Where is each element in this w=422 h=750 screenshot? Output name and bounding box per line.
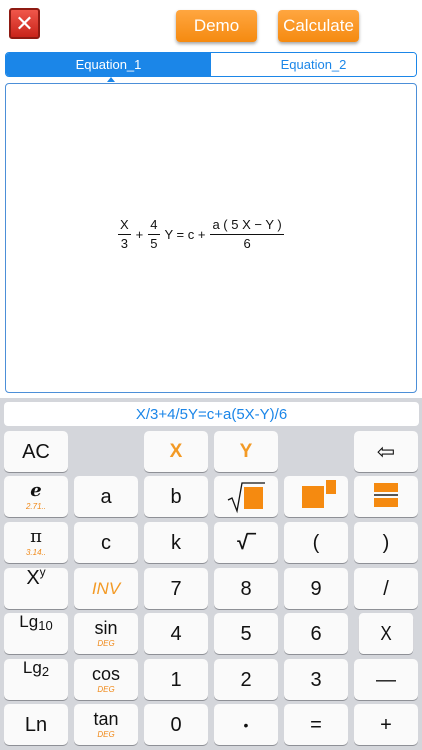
- fraction-template-key[interactable]: [354, 476, 418, 517]
- power-base: X: [26, 567, 40, 589]
- nth-root-icon: [226, 480, 266, 514]
- variable-c-key[interactable]: c: [74, 522, 138, 563]
- expression-field[interactable]: X/3+4/5Y=c+a(5X-Y)/6: [4, 402, 419, 426]
- sqrt-key[interactable]: √‾: [214, 522, 278, 563]
- power-template-icon: [293, 478, 339, 516]
- digit-2-key[interactable]: 2: [214, 659, 278, 700]
- tab-equation-1[interactable]: Equation_1: [6, 53, 211, 76]
- sin-key[interactable]: sin DEG: [74, 613, 138, 654]
- pi-symbol: π: [30, 526, 42, 547]
- rendered-formula: X 3 + 4 5 Y = c + a ( 5 X − Y ) 6: [115, 218, 287, 251]
- log10-key[interactable]: Lg 10: [4, 613, 68, 654]
- fraction-2: 4 5: [148, 218, 160, 251]
- variable-b-key[interactable]: b: [144, 476, 208, 517]
- digit-0-key[interactable]: 0: [144, 704, 208, 745]
- log2-label: Lg: [22, 658, 42, 677]
- log2-base: 2: [41, 664, 50, 679]
- euler-symbol: e: [30, 480, 42, 501]
- log10-base: 10: [38, 618, 53, 633]
- sin-label: sin: [94, 618, 118, 638]
- tan-mode-label: DEG: [97, 730, 115, 739]
- y-equals-c: Y = c +: [164, 227, 206, 242]
- variable-a-key[interactable]: a: [74, 476, 138, 517]
- plus-sign: +: [135, 227, 144, 242]
- digit-3-key[interactable]: 3: [284, 659, 348, 700]
- equals-key[interactable]: =: [284, 704, 348, 745]
- digit-6-key[interactable]: 6: [284, 613, 348, 654]
- close-icon: ✕: [15, 10, 34, 36]
- digit-7-key[interactable]: 7: [144, 568, 208, 609]
- variable-k-key[interactable]: k: [144, 522, 208, 563]
- empty-key-slot: [284, 431, 348, 472]
- backspace-icon: ⇦: [376, 438, 396, 464]
- power-template-key[interactable]: [284, 476, 348, 517]
- fraction-1-denominator: 3: [120, 236, 128, 251]
- fraction-template-icon: [371, 480, 401, 514]
- calculate-button[interactable]: Calculate: [278, 10, 359, 42]
- plus-key[interactable]: +: [354, 704, 418, 745]
- fraction-3-denominator: 6: [243, 236, 251, 251]
- digit-1-key[interactable]: 1: [144, 659, 208, 700]
- tan-key[interactable]: tan DEG: [74, 704, 138, 745]
- power-exponent: y: [39, 565, 46, 579]
- nth-root-key[interactable]: [214, 476, 278, 517]
- fraction-1-numerator: X: [118, 218, 131, 235]
- multiply-key[interactable]: X: [358, 613, 414, 654]
- pi-value-label: 3.14..: [25, 548, 46, 557]
- ln-key[interactable]: Ln: [4, 704, 68, 745]
- sqrt-icon: √‾: [237, 531, 255, 554]
- fraction-2-numerator: 4: [148, 218, 160, 235]
- fraction-1: X 3: [118, 218, 131, 251]
- demo-button[interactable]: Demo: [176, 10, 257, 42]
- digit-8-key[interactable]: 8: [214, 568, 278, 609]
- power-key[interactable]: Xy: [4, 565, 68, 609]
- minus-key[interactable]: —: [354, 659, 418, 700]
- digit-5-key[interactable]: 5: [214, 613, 278, 654]
- backspace-key[interactable]: ⇦: [354, 431, 418, 472]
- log10-label: Lg: [19, 612, 39, 631]
- fraction-3: a ( 5 X − Y ) 6: [210, 218, 284, 251]
- left-paren-key[interactable]: (: [284, 522, 348, 563]
- inverse-key[interactable]: INV: [74, 568, 138, 609]
- fraction-2-denominator: 5: [150, 236, 158, 251]
- close-button[interactable]: ✕: [9, 8, 40, 39]
- tab-equation-2[interactable]: Equation_2: [211, 53, 416, 76]
- digit-9-key[interactable]: 9: [284, 568, 348, 609]
- pi-key[interactable]: π 3.14..: [4, 522, 68, 563]
- digit-4-key[interactable]: 4: [144, 613, 208, 654]
- variable-x-key[interactable]: X: [144, 431, 208, 472]
- clear-all-key[interactable]: AC: [4, 431, 68, 472]
- log2-key[interactable]: Lg 2: [4, 659, 68, 700]
- cos-label: cos: [91, 664, 120, 684]
- sin-mode-label: DEG: [97, 639, 115, 648]
- euler-key[interactable]: e 2.71..: [4, 476, 68, 517]
- euler-value-label: 2.71..: [25, 502, 46, 511]
- empty-key-slot: [74, 431, 138, 472]
- fraction-3-numerator: a ( 5 X − Y ): [210, 218, 284, 235]
- tab-pointer-icon: [107, 77, 115, 82]
- decimal-point-key[interactable]: •: [214, 704, 278, 745]
- divide-key[interactable]: /: [354, 568, 418, 609]
- variable-y-key[interactable]: Y: [214, 431, 278, 472]
- keyboard: X/3+4/5Y=c+a(5X-Y)/6 AC X Y ⇦ e 2.71.. a…: [0, 398, 422, 750]
- cos-key[interactable]: cos DEG: [74, 659, 138, 700]
- right-paren-key[interactable]: ): [354, 522, 418, 563]
- cos-mode-label: DEG: [97, 685, 115, 694]
- equation-tabs: Equation_1 Equation_2: [5, 52, 417, 77]
- tan-label: tan: [93, 709, 119, 729]
